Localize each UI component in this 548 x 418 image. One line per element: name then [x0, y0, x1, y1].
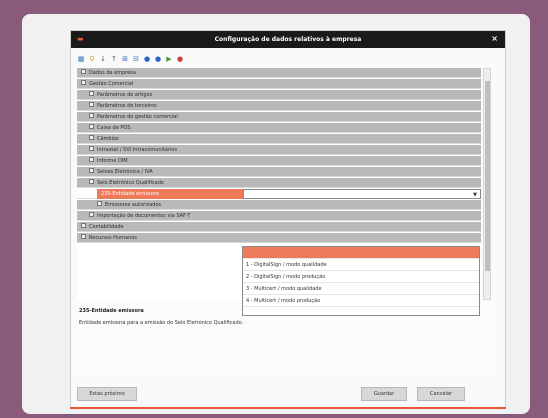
tree-row[interactable]: Dados da empresa — [77, 68, 481, 78]
cancel-button[interactable]: Cancelar — [417, 387, 465, 401]
tree-row[interactable]: Selo Eletrónico Qualificado — [77, 178, 481, 188]
expand-box-icon[interactable] — [89, 179, 94, 184]
tree-row[interactable]: Recursos Humanos — [77, 233, 481, 243]
expand-box-icon[interactable] — [81, 223, 86, 228]
tree-row[interactable]: Caixa de POS — [77, 123, 481, 133]
tree-scrollbar[interactable] — [483, 68, 491, 300]
selected-row-label[interactable]: 235-Entidade emissora — [97, 189, 243, 199]
sort-down-icon[interactable]: ↓ — [99, 55, 107, 63]
tree-row[interactable]: Parâmetros do gestão comercial — [77, 112, 481, 122]
description-text: Entidade emissora para a emissão do Selo… — [79, 320, 244, 326]
search-icon[interactable]: ⚲ — [88, 55, 96, 63]
tree-row[interactable]: Gestão Comercial — [77, 79, 481, 89]
tree-row[interactable]: Câmbios — [77, 134, 481, 144]
emitter-dropdown-list: 1 - DigitalSign / modo qualidade 2 - Dig… — [242, 246, 480, 316]
expand-icon[interactable]: ⊞ — [121, 55, 129, 63]
expand-box-icon[interactable] — [89, 168, 94, 173]
play-icon[interactable]: ▶ — [165, 55, 173, 63]
expand-box-icon[interactable] — [89, 113, 94, 118]
expand-box-icon[interactable] — [81, 80, 86, 85]
tree-row[interactable]: Parâmetros de terceiros — [77, 101, 481, 111]
toolbar: ▦ ⚲ ↓ ↑ ⊞ ⊟ ● ● ▶ ● — [77, 54, 184, 64]
dropdown-option[interactable] — [243, 247, 479, 259]
expand-box-icon[interactable] — [89, 135, 94, 140]
collapse-icon[interactable]: ⊟ — [132, 55, 140, 63]
close-icon[interactable]: × — [491, 34, 498, 43]
expand-box-icon[interactable] — [89, 212, 94, 217]
scrollbar-thumb[interactable] — [485, 81, 490, 271]
tree-row[interactable]: Intrastat / SVI Intracomunitários — [77, 145, 481, 155]
expand-box-icon[interactable] — [89, 124, 94, 129]
expand-box-icon[interactable] — [89, 157, 94, 162]
dropdown-option[interactable]: 1 - DigitalSign / modo qualidade — [243, 259, 479, 271]
expand-box-icon[interactable] — [97, 201, 102, 206]
next-button[interactable]: Estas próximo — [77, 387, 137, 401]
expand-box-icon[interactable] — [89, 146, 94, 151]
title-bar: ▬ Configuração de dados relativos à empr… — [71, 31, 505, 48]
tree-row[interactable]: Contabilidade — [77, 222, 481, 232]
dropdown-option[interactable]: 3 - Multicert / modo qualidade — [243, 283, 479, 295]
tree-row[interactable]: Importação de documentos via SAF-T — [77, 211, 481, 221]
expand-box-icon[interactable] — [89, 91, 94, 96]
tree-row[interactable]: Informe DIM — [77, 156, 481, 166]
config-dialog: ▬ Configuração de dados relativos à empr… — [70, 30, 506, 408]
accent-line — [70, 407, 506, 409]
help-icon[interactable]: ● — [154, 55, 162, 63]
info-icon[interactable]: ● — [143, 55, 151, 63]
dropdown-option[interactable]: 2 - DigitalSign / modo produção — [243, 271, 479, 283]
tree-row[interactable]: Parâmetros de artigos — [77, 90, 481, 100]
expand-box-icon[interactable] — [81, 69, 86, 74]
stop-icon[interactable]: ● — [176, 55, 184, 63]
dialog-title: Configuração de dados relativos à empres… — [214, 36, 362, 43]
tree-row[interactable]: Selves Eletrónica / IVA — [77, 167, 481, 177]
chevron-down-icon[interactable]: ▼ — [473, 190, 477, 200]
sort-up-icon[interactable]: ↑ — [110, 55, 118, 63]
expand-box-icon[interactable] — [89, 102, 94, 107]
expand-box-icon[interactable] — [81, 234, 86, 239]
selected-tree-row[interactable]: 235-Entidade emissora ▼ — [77, 189, 481, 199]
emitter-combo[interactable]: ▼ — [243, 189, 481, 199]
save-button[interactable]: Guardar — [361, 387, 407, 401]
grid-icon[interactable]: ▦ — [77, 55, 85, 63]
dropdown-option[interactable]: 4 - Multicert / modo produção — [243, 295, 479, 307]
tree-row[interactable]: Emissores autorizados — [77, 200, 481, 210]
